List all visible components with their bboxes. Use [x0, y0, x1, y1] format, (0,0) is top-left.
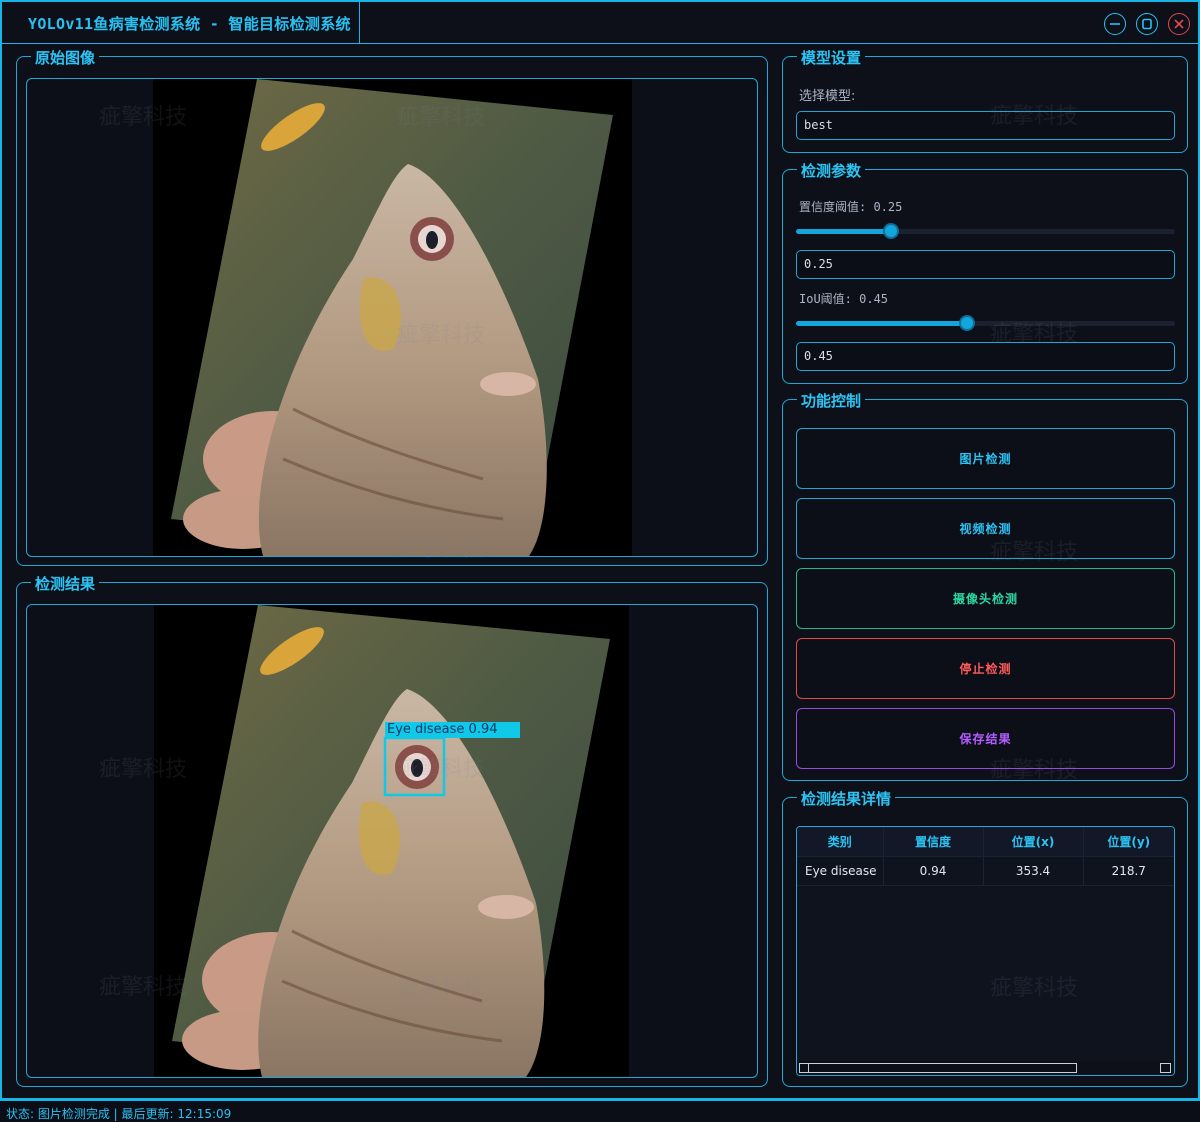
column-header-x[interactable]: 位置(x): [983, 827, 1084, 857]
result-image-frame: Eye disease 0.94: [26, 604, 758, 1078]
image-detect-button[interactable]: 图片检测: [796, 428, 1175, 489]
window-title: YOLOv11鱼病害检测系统 - 智能目标检测系统: [28, 15, 351, 33]
detection-params-title: 检测参数: [797, 160, 866, 181]
original-image: [153, 79, 632, 556]
stop-detect-button[interactable]: 停止检测: [796, 638, 1175, 699]
confidence-slider[interactable]: [796, 223, 1175, 239]
camera-detect-button[interactable]: 摄像头检测: [796, 568, 1175, 629]
title-divider-left: [2, 43, 18, 44]
confidence-label: 置信度阈值: 0.25: [799, 200, 903, 214]
iou-label: IoU阈值: 0.45: [799, 292, 889, 306]
model-settings-title: 模型设置: [797, 47, 866, 68]
save-result-button[interactable]: 保存结果: [796, 708, 1175, 769]
cell-class: Eye disease: [797, 856, 884, 886]
controls-title: 功能控制: [797, 390, 866, 411]
scroll-left-icon[interactable]: [799, 1063, 809, 1073]
maximize-icon: [1142, 18, 1152, 30]
model-select[interactable]: best: [796, 111, 1175, 140]
results-table: 类别 置信度 位置(x) 位置(y) Eye disease 0.94 353.…: [797, 827, 1174, 886]
results-detail-title: 检测结果详情: [797, 788, 896, 809]
controls-group: 功能控制 图片检测 视频检测 摄像头检测 停止检测 保存结果: [782, 390, 1188, 781]
iou-slider[interactable]: [796, 315, 1175, 331]
app-window: YOLOv11鱼病害检测系统 - 智能目标检测系统 原始图像 检测结果 Eye …: [0, 0, 1200, 1100]
table-header-row: 类别 置信度 位置(x) 位置(y): [797, 827, 1174, 857]
column-header-confidence[interactable]: 置信度: [883, 827, 984, 857]
scrollbar-thumb[interactable]: [799, 1063, 1077, 1073]
horizontal-scrollbar[interactable]: [797, 1061, 1174, 1075]
title-divider-right: [360, 43, 1198, 44]
iou-input[interactable]: 0.45: [796, 342, 1175, 371]
original-image-title: 原始图像: [31, 47, 100, 68]
results-table-container: 类别 置信度 位置(x) 位置(y) Eye disease 0.94 353.…: [796, 826, 1175, 1076]
cell-x: 353.4: [983, 856, 1084, 886]
iou-slider-handle[interactable]: [958, 315, 975, 331]
status-bar: 状态: 图片检测完成 | 最后更新: 12:15:09: [0, 1100, 1200, 1122]
model-settings-group: 模型设置 选择模型: best: [782, 47, 1188, 153]
confidence-slider-fill: [796, 229, 891, 234]
result-image-title: 检测结果: [31, 573, 100, 594]
original-image-frame: [26, 78, 758, 557]
fish-photo-result: [172, 605, 610, 1077]
confidence-input[interactable]: 0.25: [796, 250, 1175, 279]
column-header-class[interactable]: 类别: [797, 827, 884, 857]
model-select-label: 选择模型:: [799, 89, 856, 104]
title-tab: YOLOv11鱼病害检测系统 - 智能目标检测系统: [18, 2, 360, 44]
result-image-group: 检测结果 Eye disease 0.94: [16, 573, 768, 1087]
iou-slider-fill: [796, 321, 967, 326]
table-row[interactable]: Eye disease 0.94 353.4 218.7: [797, 856, 1174, 886]
minimize-icon: [1110, 23, 1120, 25]
results-detail-group: 检测结果详情 类别 置信度 位置(x) 位置(y) Eye disease 0.…: [782, 788, 1188, 1087]
minimize-button[interactable]: [1104, 13, 1126, 35]
status-text: 状态: 图片检测完成 | 最后更新: 12:15:09: [6, 1107, 232, 1121]
video-detect-button[interactable]: 视频检测: [796, 498, 1175, 559]
original-image-group: 原始图像: [16, 47, 768, 566]
close-icon: [1174, 19, 1184, 29]
maximize-button[interactable]: [1136, 13, 1158, 35]
column-header-y[interactable]: 位置(y): [1083, 827, 1174, 857]
detection-params-group: 检测参数 置信度阈值: 0.25 0.25 IoU阈值: 0.45 0.45: [782, 160, 1188, 384]
fish-photo-original: [171, 79, 613, 556]
close-button[interactable]: [1168, 13, 1190, 35]
confidence-slider-handle[interactable]: [882, 223, 899, 239]
detection-label: Eye disease 0.94: [387, 722, 498, 737]
result-image: Eye disease 0.94: [154, 605, 629, 1077]
title-bar: YOLOv11鱼病害检测系统 - 智能目标检测系统: [2, 2, 1198, 44]
cell-confidence: 0.94: [883, 856, 984, 886]
scroll-right-icon[interactable]: [1160, 1063, 1171, 1073]
cell-y: 218.7: [1083, 856, 1174, 886]
